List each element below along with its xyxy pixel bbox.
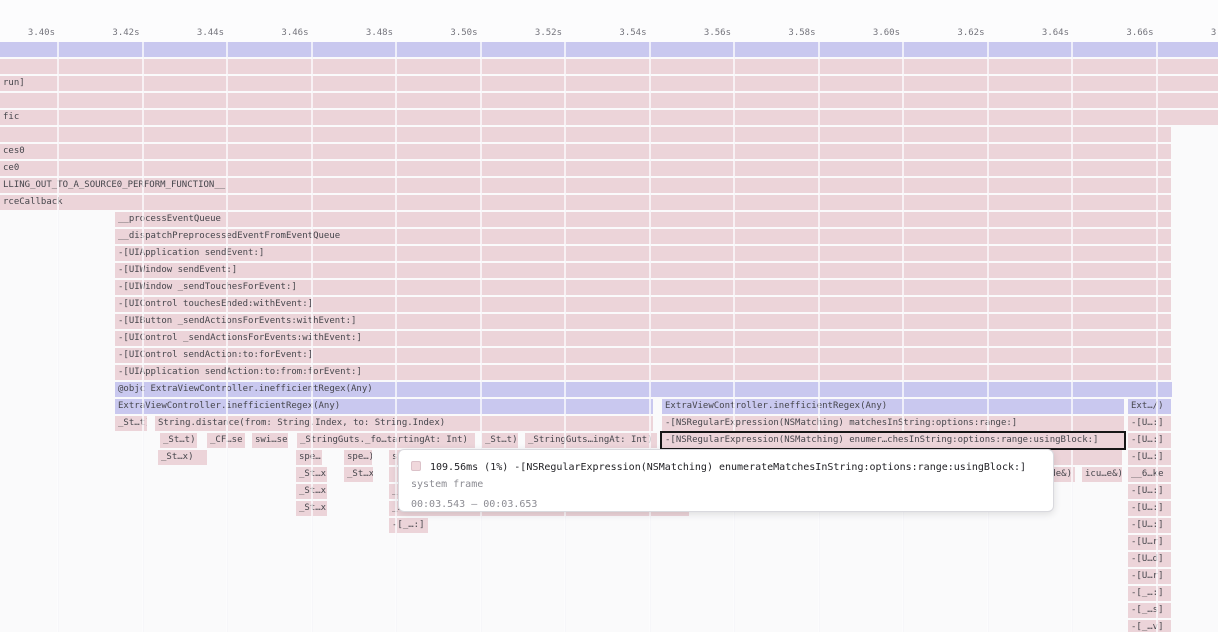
tooltip-time-range: 00:03.543 — 00:03.653 xyxy=(411,495,1041,515)
flame-bar[interactable]: @objc ExtraViewController.inefficientReg… xyxy=(115,382,1172,397)
grid-line-overlay xyxy=(818,42,820,632)
flame-bar[interactable]: -[UIWindow sendEvent:] xyxy=(115,263,1171,278)
grid-line-overlay xyxy=(902,42,904,632)
grid-line-overlay xyxy=(480,42,482,632)
flame-bar[interactable]: spe…)) xyxy=(296,450,322,465)
tooltip-duration: 109.56ms (1%) xyxy=(430,462,508,473)
frame-tooltip: 109.56ms (1%) -[NSRegularExpression(NSMat… xyxy=(398,449,1054,512)
flame-bar[interactable] xyxy=(0,59,1218,74)
flame-bar[interactable] xyxy=(0,127,1171,142)
flame-bar[interactable]: _St…x) xyxy=(344,467,373,482)
flame-bar[interactable]: Ext…/) xyxy=(1128,399,1171,414)
flame-bar[interactable]: swi…se xyxy=(252,433,288,448)
flame-bar[interactable]: ce0 xyxy=(0,161,1171,176)
flame-bar[interactable]: -[U…:] xyxy=(1128,518,1171,533)
flame-bar[interactable]: -[_…s] xyxy=(1128,603,1171,618)
flame-bar[interactable]: LLING_OUT_TO_A_SOURCE0_PERFORM_FUNCTION_… xyxy=(0,178,1171,193)
flame-bar[interactable]: spe…)) xyxy=(344,450,372,465)
flame-bar[interactable]: -[UIControl _sendActionsForEvents:withEv… xyxy=(115,331,1171,346)
selected-flame-bar[interactable]: -[NSRegularExpression(NSMatching) enumer… xyxy=(662,433,1124,448)
grid-line-overlay xyxy=(987,42,989,632)
grid-line-overlay xyxy=(226,42,228,632)
flame-bar[interactable]: -[U…:] xyxy=(1128,501,1171,516)
instruments-flame-graph: 3.40s3.42s3.44s3.46s3.48s3.50s3.52s3.54s… xyxy=(0,0,1218,632)
flame-bar[interactable]: -[UIButton _sendActionsForEvents:withEve… xyxy=(115,314,1171,329)
grid-line-overlay xyxy=(649,42,651,632)
flame-bar[interactable]: _StringGuts…ingAt: Int) xyxy=(525,433,657,448)
flame-bar[interactable]: __6…ke xyxy=(1128,467,1171,482)
flame-bar[interactable]: -[U…:] xyxy=(1128,484,1171,499)
grid-line-overlay xyxy=(1071,42,1073,632)
flame-bar[interactable]: fic xyxy=(0,110,1218,125)
flame-bar[interactable]: -[U…r] xyxy=(1128,569,1171,584)
flame-bar[interactable]: -[UIControl sendAction:to:forEvent:] xyxy=(115,348,1171,363)
flame-bar[interactable]: _St…t) xyxy=(482,433,518,448)
flame-bar[interactable]: -[UIApplication sendAction:to:from:forEv… xyxy=(115,365,1171,380)
flame-bar[interactable]: -[U…d] xyxy=(1128,552,1171,567)
flame-bar[interactable]: ces0 xyxy=(0,144,1171,159)
flame-bar[interactable]: -[UIControl touchesEnded:withEvent:] xyxy=(115,297,1171,312)
flame-bar[interactable]: -[U…:] xyxy=(1128,433,1171,448)
flame-bar[interactable]: ExtraViewController.inefficientRegex(Any… xyxy=(115,399,653,414)
grid-line-overlay xyxy=(1156,42,1158,632)
tooltip-symbol: -[NSRegularExpression(NSMatching) enumer… xyxy=(514,462,1026,473)
flame-bar[interactable]: icu…e&) xyxy=(1082,467,1122,482)
grid-line-overlay xyxy=(311,42,313,632)
tooltip-color-swatch xyxy=(411,461,421,471)
flame-bar[interactable]: -[U…:] xyxy=(1128,450,1171,465)
flame-bar[interactable]: _StringGuts._fo…tartingAt: Int) xyxy=(297,433,475,448)
grid-line-overlay xyxy=(395,42,397,632)
flame-bar[interactable]: _St…x) xyxy=(158,450,207,465)
flame-bar[interactable]: -[_…:] xyxy=(1128,586,1171,601)
tooltip-description: system frame xyxy=(411,475,1041,495)
flame-bar[interactable] xyxy=(0,42,1218,57)
flame-bar[interactable]: -[UIWindow _sendTouchesForEvent:] xyxy=(115,280,1171,295)
flame-bar[interactable]: String.distance(from: String.Index, to: … xyxy=(155,416,653,431)
flame-bar[interactable]: _St…t) xyxy=(160,433,197,448)
flame-bar[interactable]: rceCallback xyxy=(0,195,1171,210)
flame-chart: run] fic ces0 ce0 LLING_OUT_TO_A_SOURCE0_PER… xyxy=(0,0,1218,632)
grid-line-overlay xyxy=(142,42,144,632)
grid-line-overlay xyxy=(733,42,735,632)
grid-line-overlay xyxy=(57,42,59,632)
flame-bar[interactable]: -[NSRegularExpression(NSMatching) matche… xyxy=(662,416,1124,431)
flame-bar[interactable]: -[U…r] xyxy=(1128,535,1171,550)
flame-bar[interactable]: run] xyxy=(0,76,1218,91)
flame-bar[interactable] xyxy=(0,93,1218,108)
flame-bar[interactable]: __dispatchPreprocessedEventFromEventQueu… xyxy=(115,229,1171,244)
flame-bar[interactable]: __processEventQueue xyxy=(115,212,1171,227)
flame-bar[interactable]: ExtraViewController.inefficientRegex(Any… xyxy=(662,399,1124,414)
flame-bar[interactable]: -[U…:] xyxy=(1128,416,1171,431)
flame-bar[interactable]: -[UIApplication sendEvent:] xyxy=(115,246,1171,261)
flame-bar[interactable]: -[_…v] xyxy=(1128,620,1171,632)
grid-line-overlay xyxy=(564,42,566,632)
